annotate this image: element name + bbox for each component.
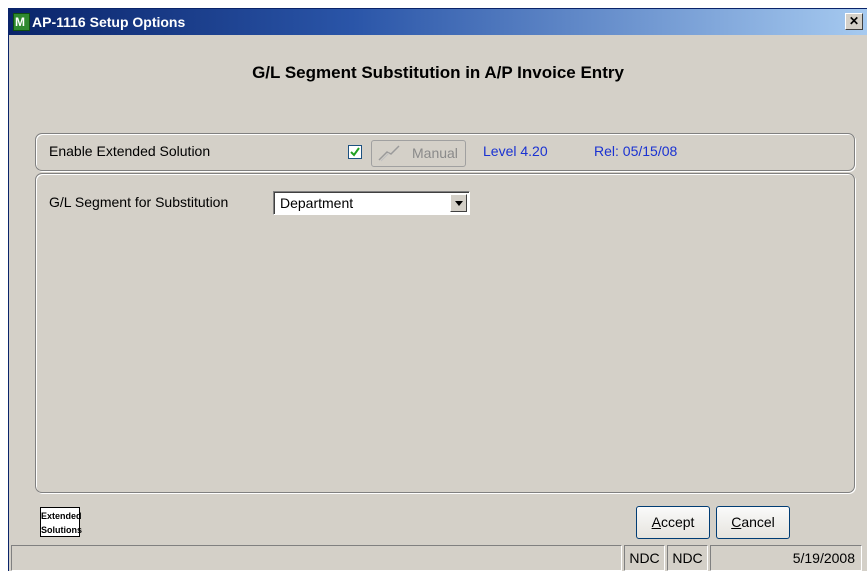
level-text: Level 4.20 (483, 143, 548, 159)
status-bar: NDC NDC 5/19/2008 (9, 545, 867, 572)
title-bar[interactable]: M AP-1116 Setup Options ✕ (9, 9, 867, 35)
accept-button[interactable]: Accept (636, 506, 710, 539)
cancel-button[interactable]: Cancel (716, 506, 790, 539)
status-cell-date: 5/19/2008 (710, 545, 862, 571)
close-icon: ✕ (848, 14, 860, 28)
release-text: Rel: 05/15/08 (594, 143, 678, 159)
status-cell-message (11, 545, 622, 571)
status-cell-company: NDC (624, 545, 665, 571)
segment-panel (35, 173, 855, 493)
chevron-down-icon[interactable] (450, 194, 467, 212)
app-icon: M (13, 13, 30, 31)
check-icon (350, 147, 360, 157)
segment-label: G/L Segment for Substitution (49, 194, 229, 210)
window-title: AP-1116 Setup Options (32, 14, 186, 30)
page-title: G/L Segment Substitution in A/P Invoice … (252, 63, 624, 82)
manual-icon (378, 145, 400, 162)
extended-solutions-logo: Extended Solutions (40, 507, 82, 537)
manual-button-label: Manual (412, 145, 458, 161)
close-button[interactable]: ✕ (845, 13, 863, 30)
enable-extended-label: Enable Extended Solution (49, 143, 211, 159)
manual-button[interactable]: Manual (371, 140, 466, 167)
setup-options-window: M AP-1116 Setup Options ✕ G/L Segment Su… (8, 8, 867, 571)
segment-select[interactable]: Department (273, 191, 470, 215)
status-cell-user: NDC (667, 545, 708, 571)
segment-select-value: Department (280, 195, 354, 211)
enable-extended-checkbox[interactable] (348, 145, 362, 159)
